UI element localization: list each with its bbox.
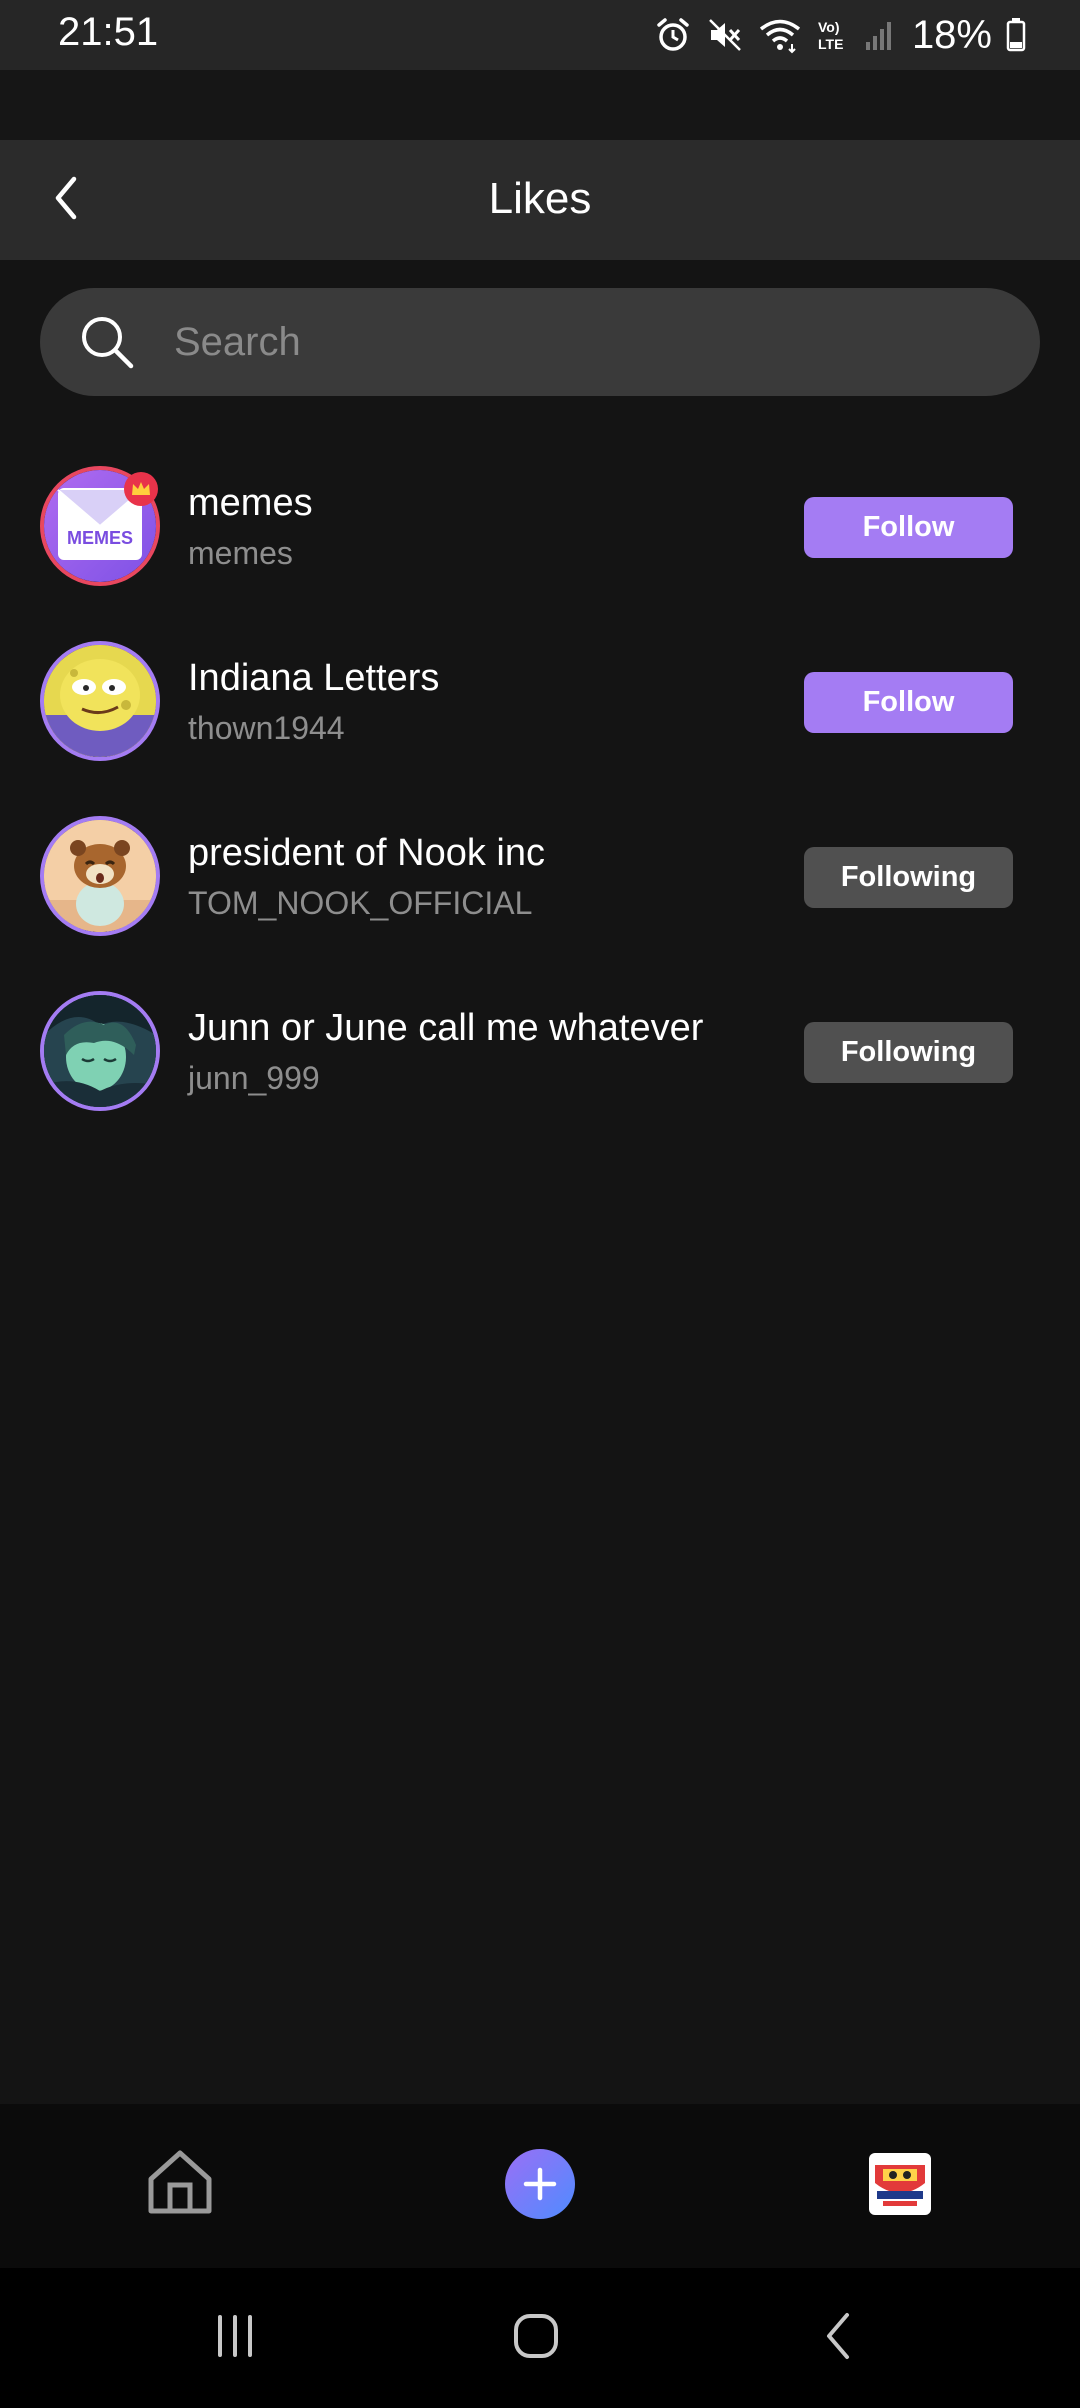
user-handle: memes	[188, 535, 293, 571]
system-nav-bar	[0, 2268, 1080, 2408]
bottom-nav	[0, 2104, 1080, 2268]
system-home-button[interactable]	[496, 2308, 576, 2368]
battery-icon	[1006, 16, 1026, 54]
list-item[interactable]: Junn or June call me whatever junn_999 F…	[0, 965, 1080, 1140]
user-handle: TOM_NOOK_OFFICIAL	[188, 885, 533, 921]
battery-percent: 18%	[911, 12, 992, 57]
page-title: Likes	[488, 174, 592, 223]
likes-screen: 21:51 Vo) LTE 18% Likes Search MEMES mem…	[0, 0, 1080, 2408]
home-icon	[145, 2147, 215, 2222]
list-item[interactable]: president of Nook inc TOM_NOOK_OFFICIAL …	[0, 790, 1080, 965]
top-spacer	[0, 70, 1080, 140]
follow-button[interactable]: Follow	[804, 497, 1013, 558]
avatar[interactable]	[40, 816, 160, 936]
nav-profile-button[interactable]	[860, 2144, 940, 2224]
list-item[interactable]: Indiana Letters thown1944 Follow	[0, 615, 1080, 790]
sponge-avatar-icon	[44, 645, 156, 757]
volte-icon: Vo) LTE	[816, 16, 850, 54]
likes-user-list: MEMES memes memes Follow Indiana Letters…	[0, 440, 1080, 1140]
back-icon	[815, 2311, 865, 2366]
user-handle: thown1944	[188, 710, 345, 746]
status-time: 21:51	[58, 10, 159, 54]
user-name[interactable]: Indiana Letters	[188, 657, 439, 700]
search-icon	[78, 313, 136, 371]
header: Likes	[0, 140, 1080, 260]
svg-text:Vo): Vo)	[818, 19, 840, 35]
home-circle-icon	[511, 2311, 561, 2366]
status-icons: Vo) LTE 18%	[654, 12, 1026, 58]
search-bar[interactable]	[40, 288, 1040, 396]
status-bar: 21:51 Vo) LTE 18%	[0, 0, 1080, 70]
search-input[interactable]	[174, 288, 994, 396]
svg-text:LTE: LTE	[818, 36, 843, 52]
nav-home-button[interactable]	[140, 2144, 220, 2224]
avatar[interactable]	[40, 991, 160, 1111]
system-back-button[interactable]	[800, 2308, 880, 2368]
following-button[interactable]: Following	[804, 1022, 1013, 1083]
tanuki-avatar-icon	[44, 820, 156, 932]
follow-button[interactable]: Follow	[804, 672, 1013, 733]
avatar[interactable]	[40, 641, 160, 761]
svg-text:MEMES: MEMES	[67, 528, 133, 548]
recents-button[interactable]	[195, 2308, 275, 2368]
mute-icon	[706, 16, 744, 54]
avatar[interactable]: MEMES	[40, 466, 160, 586]
wifi-icon	[758, 16, 802, 54]
anime-avatar-icon	[44, 995, 156, 1107]
user-name[interactable]: president of Nook inc	[188, 832, 545, 875]
crown-badge-icon	[124, 472, 158, 506]
alarm-icon	[654, 16, 692, 54]
profile-icon	[869, 2153, 931, 2215]
recents-icon	[210, 2311, 260, 2366]
signal-icon	[864, 16, 894, 54]
nav-add-button[interactable]	[500, 2144, 580, 2224]
user-name[interactable]: Junn or June call me whatever	[188, 1007, 703, 1050]
user-handle: junn_999	[188, 1060, 320, 1096]
list-item[interactable]: MEMES memes memes Follow	[0, 440, 1080, 615]
user-name[interactable]: memes	[188, 482, 313, 525]
following-button[interactable]: Following	[804, 847, 1013, 908]
add-icon	[505, 2149, 575, 2219]
